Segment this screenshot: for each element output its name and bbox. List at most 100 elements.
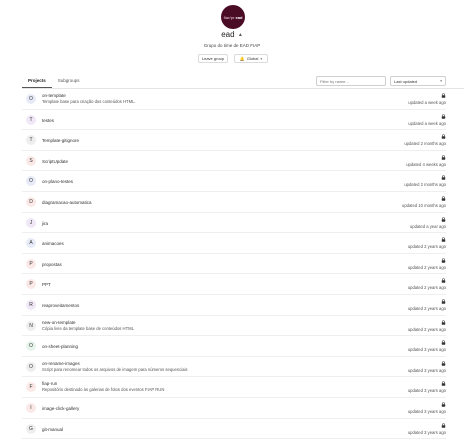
project-updated: updated 2 years ago	[407, 264, 446, 270]
project-updated: updated 2 months ago	[404, 141, 446, 147]
lock-icon: ▲	[237, 32, 243, 38]
project-row[interactable]: Iimage-click-gallery updated 3 years ago	[22, 398, 446, 419]
project-name[interactable]: Template-gitignore	[42, 138, 79, 143]
project-row[interactable]: Oon-rename-images Script para renomear to…	[22, 357, 446, 378]
lock-icon	[441, 340, 446, 345]
lock-icon	[441, 134, 446, 139]
group-title: ead ▲	[0, 30, 464, 39]
project-avatar: P	[26, 279, 36, 290]
notification-dropdown[interactable]: 🔔 Global ▾	[234, 54, 268, 63]
project-updated: updated 3 years ago	[407, 408, 446, 414]
project-name[interactable]: reaproveitamentos	[42, 303, 79, 308]
group-avatar: fiar/pr ead	[221, 5, 245, 29]
project-description: Repositório destinado às galerias de fot…	[42, 387, 165, 393]
group-logo-text: fiar/pr	[223, 14, 235, 20]
project-row[interactable]: Rreaproveitamentos updated 2 years ago	[22, 295, 446, 316]
group-logo-bold-text: ead	[235, 14, 243, 20]
project-name[interactable]: git-manual	[42, 427, 63, 432]
lock-icon	[441, 154, 446, 160]
chevron-down-icon: ▾	[440, 79, 442, 83]
project-updated: updated 2 years ago	[407, 285, 446, 291]
project-updated: updated 2 years ago	[407, 326, 446, 332]
lock-icon	[441, 422, 446, 428]
group-tabs: Projects Subgroups	[22, 74, 86, 88]
project-row[interactable]: S ScriptUpdate updated 4 weeks ago	[22, 151, 446, 172]
chevron-down-icon: ▾	[260, 56, 263, 61]
lock-icon	[441, 360, 446, 366]
project-updated: updated 2 months ago	[404, 182, 446, 188]
sort-dropdown[interactable]: Last updated ▾	[390, 76, 446, 86]
project-avatar: T	[26, 114, 36, 125]
project-avatar: N	[26, 320, 36, 331]
project-name[interactable]: on-plano-testes	[42, 179, 73, 184]
lock-icon	[441, 257, 446, 263]
project-avatar: O	[26, 361, 36, 372]
tab-subgroups[interactable]: Subgroups	[52, 74, 86, 88]
project-name[interactable]: new-on-template	[42, 320, 76, 325]
project-row[interactable]: T Template-gitignore updated 2 months ago	[22, 130, 446, 151]
notification-level: Global	[246, 56, 259, 61]
project-avatar: P	[26, 258, 36, 269]
sort-label: Last updated	[394, 78, 418, 84]
project-updated: updated 3 years ago	[407, 388, 446, 394]
project-name[interactable]: on-rename-images	[42, 361, 80, 366]
project-description: Cópia livre da template base de conteúdo…	[42, 325, 134, 331]
project-row[interactable]: Ffiap-run Repositório destinado às galeri…	[22, 377, 446, 398]
lock-icon	[441, 237, 446, 242]
project-name[interactable]: PPT	[42, 282, 51, 287]
project-row[interactable]: P PPT updated 2 years ago	[22, 274, 446, 295]
lock-icon	[441, 402, 446, 407]
project-avatar: G	[26, 423, 36, 434]
lock-icon	[441, 278, 446, 284]
project-avatar: A	[26, 238, 36, 249]
project-name[interactable]: on-sheet-planning	[42, 344, 78, 349]
project-row[interactable]: Oon-sheet-planning updated 3 years ago	[22, 336, 446, 357]
project-name[interactable]: animacoes	[42, 241, 64, 246]
project-row[interactable]: Oon-template Template base para criação d…	[22, 89, 446, 110]
filter-input[interactable]	[316, 76, 386, 86]
project-name[interactable]: jira	[42, 221, 48, 226]
project-row[interactable]: Aanimacoes updated 2 years ago	[22, 233, 446, 254]
leave-group-button[interactable]: Leave group	[198, 54, 228, 63]
project-updated: updated 10 months ago	[401, 202, 446, 208]
project-row[interactable]: Oon-plano-testes updated 2 months ago	[22, 171, 446, 192]
project-updated: updated a week ago	[408, 120, 446, 126]
project-name[interactable]: fiap-run	[42, 381, 57, 386]
project-updated: updated 3 years ago	[407, 347, 446, 353]
project-row[interactable]: Nnew-on-template Cópia livre da template …	[22, 316, 446, 337]
project-avatar: D	[26, 196, 36, 207]
tab-projects[interactable]: Projects	[22, 74, 52, 88]
project-avatar: O	[26, 94, 36, 104]
lock-icon	[441, 216, 446, 222]
project-description: Template base para criação dos conteúdos…	[42, 99, 136, 104]
lock-icon	[441, 299, 446, 304]
group-header: fiar/pr ead ead ▲ Grupo do time de EAD FI…	[0, 0, 464, 68]
project-avatar: F	[26, 382, 36, 393]
project-avatar: S	[26, 155, 36, 166]
project-name[interactable]: on-template	[42, 93, 66, 98]
project-row[interactable]: Jjira updated a year ago	[22, 213, 446, 234]
project-row[interactable]: Ppropostas updated 2 years ago	[22, 254, 446, 275]
project-avatar: R	[26, 299, 36, 310]
lock-icon	[441, 93, 446, 98]
lock-icon	[441, 381, 446, 387]
project-avatar: O	[26, 341, 36, 352]
project-avatar: I	[26, 402, 36, 413]
project-name[interactable]: diagramacao-automatica	[42, 200, 92, 205]
project-name[interactable]: image-click-gallery	[42, 406, 79, 411]
lock-icon	[441, 196, 446, 201]
project-updated: updated 2 years ago	[407, 305, 446, 311]
project-name[interactable]: testes	[42, 118, 54, 123]
project-row[interactable]: Ttestes updated a week ago	[22, 110, 446, 131]
project-updated: updated 4 weeks ago	[406, 161, 446, 167]
project-description: Script para renomear todos os arquivos d…	[42, 366, 188, 372]
project-updated: updated 3 years ago	[407, 367, 446, 373]
project-updated: updated a week ago	[408, 100, 446, 105]
project-name[interactable]: ScriptUpdate	[42, 159, 68, 164]
project-updated: updated 2 years ago	[407, 244, 446, 250]
project-avatar: O	[26, 176, 36, 187]
project-name[interactable]: propostas	[42, 262, 62, 267]
group-name: ead	[221, 30, 235, 39]
project-row[interactable]: Ddiagramacao-automatica updated 10 months…	[22, 192, 446, 213]
project-row[interactable]: Ggit-manual updated 3 years ago	[22, 419, 446, 440]
